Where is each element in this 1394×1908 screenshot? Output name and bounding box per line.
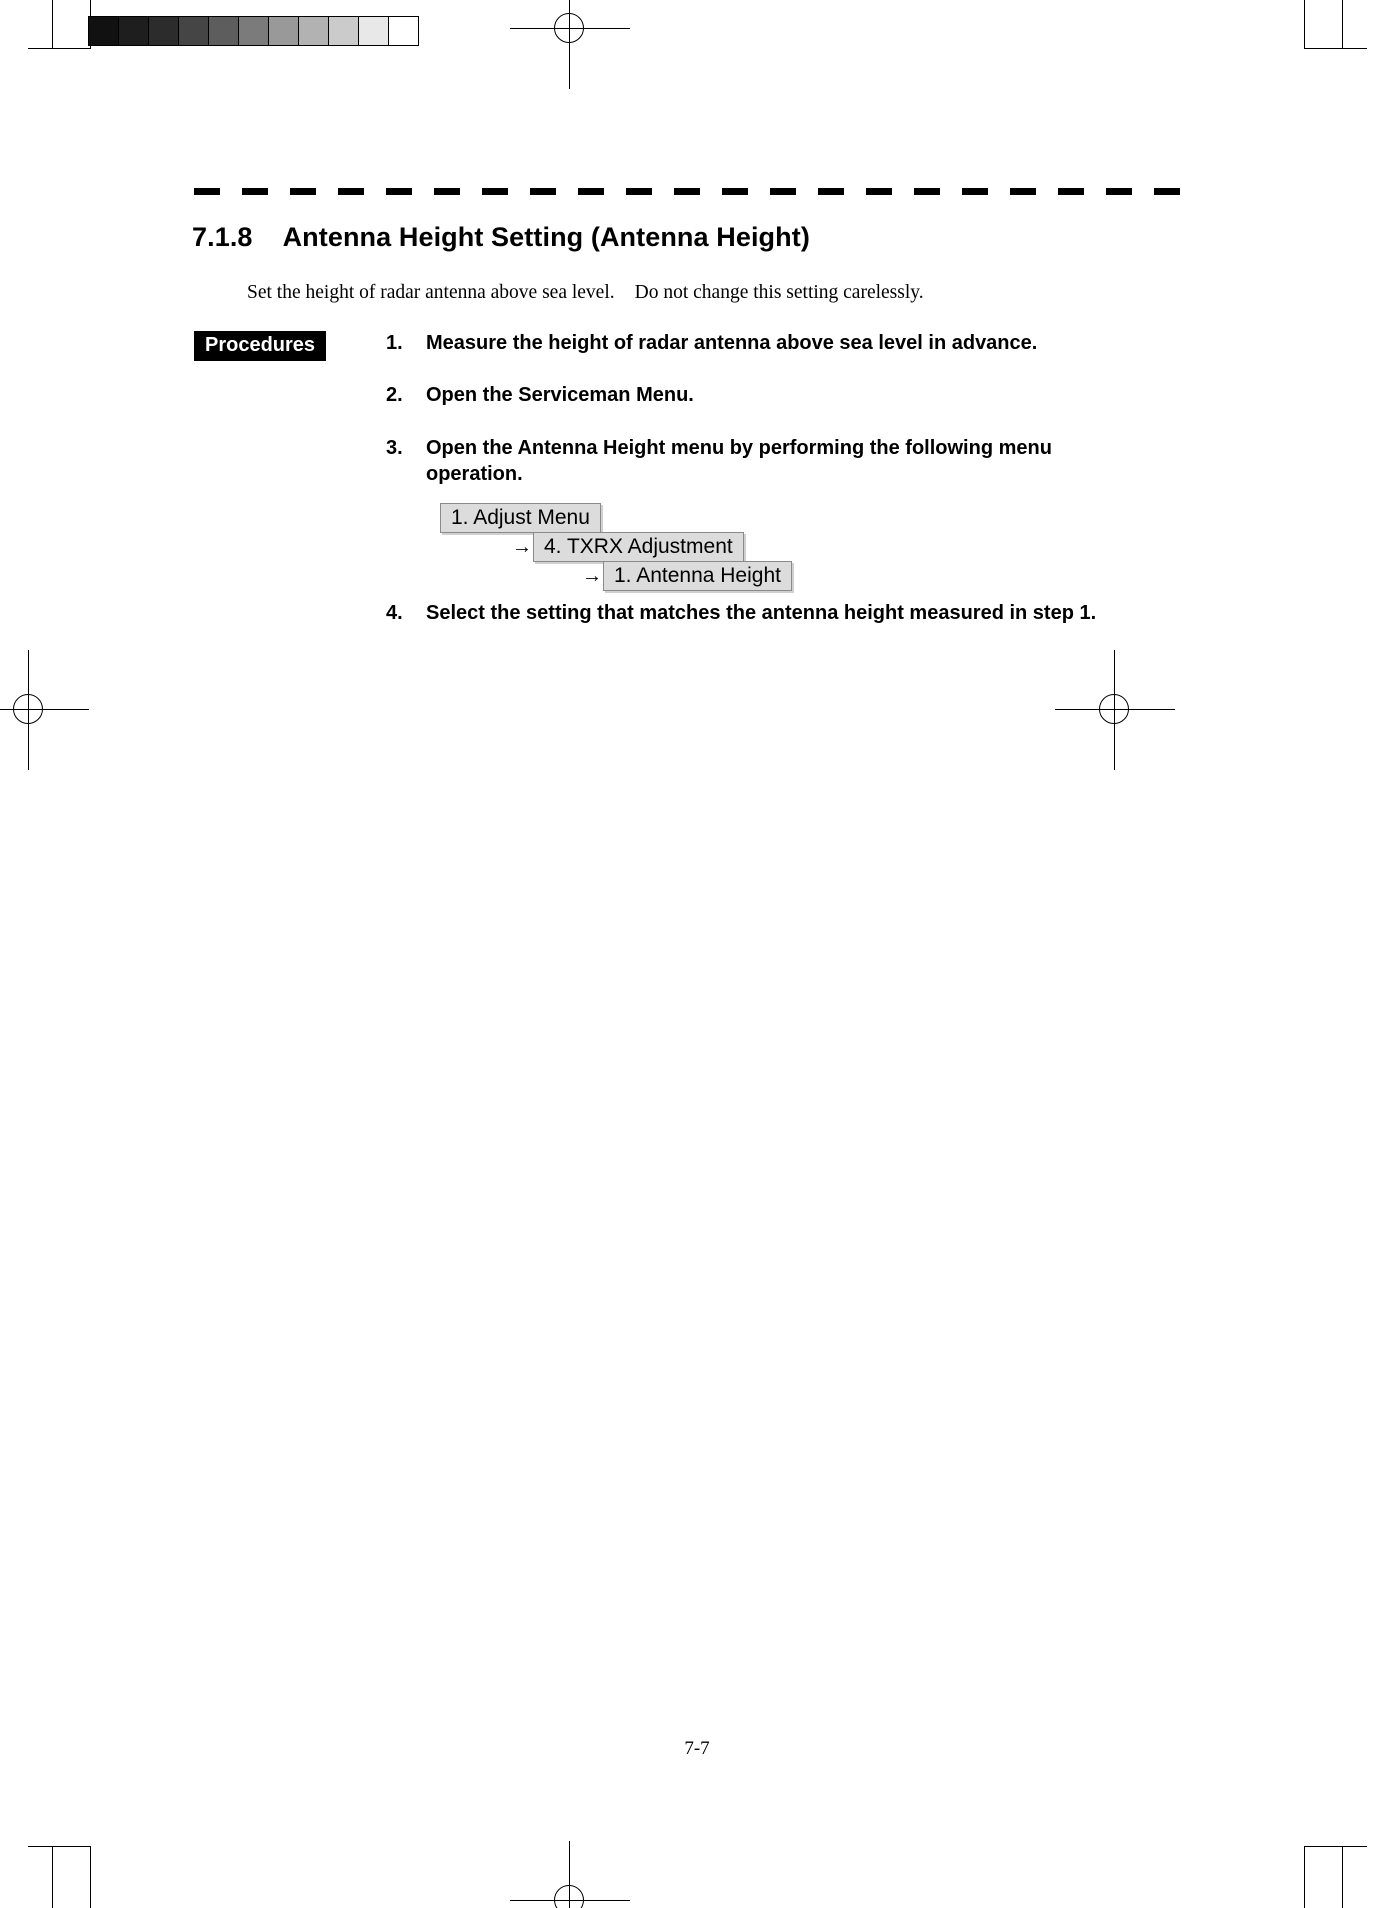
divider-dash <box>962 188 988 195</box>
registration-mark-bottom-icon <box>510 1841 630 1908</box>
menu-item-txrx-adjustment[interactable]: 4. TXRX Adjustment <box>533 531 744 563</box>
list-item: 4. Select the setting that matches the a… <box>386 600 1186 626</box>
document-page: 7.1.8 Antenna Height Setting (Antenna Hei… <box>0 0 1394 1908</box>
procedure-step-4-container: 4. Select the setting that matches the a… <box>386 600 1186 626</box>
divider-dash <box>722 188 748 195</box>
procedures-label: Procedures <box>194 331 327 361</box>
arrow-right-icon: → <box>512 536 532 558</box>
grayscale-swatch-4 <box>209 17 239 45</box>
divider-dash <box>818 188 844 195</box>
divider-dash <box>1058 188 1084 195</box>
section-title: Antenna Height Setting (Antenna Height) <box>282 222 810 252</box>
step-text: Measure the height of radar antenna abov… <box>426 332 1038 354</box>
crop-mark-top-left-bar <box>52 0 77 48</box>
arrow-right-icon: → <box>582 565 602 587</box>
grayscale-swatch-7 <box>299 17 329 45</box>
divider-dash <box>1154 188 1180 195</box>
grayscale-swatch-8 <box>329 17 359 45</box>
divider-dash <box>626 188 652 195</box>
menu-item-antenna-height[interactable]: 1. Antenna Height <box>603 560 792 592</box>
step-text: Open the Antenna Height menu by performi… <box>426 436 1052 486</box>
menu-path-row-2: → 4. TXRX Adjustment <box>440 531 792 563</box>
divider-dash <box>770 188 796 195</box>
registration-mark-right-icon <box>1055 650 1175 770</box>
grayscale-swatch-2 <box>149 17 179 45</box>
divider-dash <box>1010 188 1036 195</box>
grayscale-swatch-6 <box>269 17 299 45</box>
list-item: 3. Open the Antenna Height menu by perfo… <box>386 435 1146 488</box>
step-text: Open the Serviceman Menu. <box>426 384 694 407</box>
grayscale-swatch-1 <box>119 17 149 45</box>
step-marker: 1. <box>386 332 403 354</box>
step-text: Select the setting that matches the ante… <box>426 602 1097 624</box>
divider-dash <box>1106 188 1132 195</box>
page-number: 7-7 <box>684 1738 710 1759</box>
step-marker: 2. <box>386 384 403 407</box>
divider-dash <box>914 188 940 195</box>
divider-dash <box>674 188 700 195</box>
list-item: 2. Open the Serviceman Menu. <box>386 382 1146 408</box>
registration-mark-top-icon <box>510 0 630 89</box>
divider-dash <box>482 188 508 195</box>
grayscale-swatch-10 <box>389 17 418 45</box>
grayscale-swatch-3 <box>179 17 209 45</box>
menu-path-row-1: 1. Adjust Menu <box>440 502 792 534</box>
divider-dash <box>530 188 556 195</box>
divider-dash <box>290 188 316 195</box>
description-sentence-2: Do not change this setting carelessly. <box>634 282 924 303</box>
divider-dash <box>338 188 364 195</box>
menu-path-row-3: → 1. Antenna Height <box>440 560 792 592</box>
grayscale-swatch-0 <box>89 17 119 45</box>
divider-dash <box>866 188 892 195</box>
registration-mark-left-icon <box>0 650 89 770</box>
grayscale-calibration-strip <box>88 16 419 46</box>
divider-dash <box>434 188 460 195</box>
crop-mark-bottom-left-bar <box>52 1846 77 1908</box>
list-item: 1. Measure the height of radar antenna a… <box>386 330 1146 356</box>
crop-mark-top-right-bar <box>1318 0 1343 48</box>
crop-mark-bottom-right-bar <box>1318 1846 1343 1908</box>
procedure-steps-list: 1. Measure the height of radar antenna a… <box>386 330 1146 488</box>
description-sentence-1: Set the height of radar antenna above se… <box>247 282 615 303</box>
section-number: 7.1.8 <box>192 222 253 252</box>
menu-navigation-path: 1. Adjust Menu → 4. TXRX Adjustment → 1.… <box>440 502 792 592</box>
section-divider-dashed-rule <box>194 188 1194 195</box>
divider-dash <box>194 188 220 195</box>
divider-dash <box>242 188 268 195</box>
step-marker: 4. <box>386 602 403 624</box>
page-title: 7.1.8 Antenna Height Setting (Antenna Hei… <box>192 222 810 253</box>
step-marker: 3. <box>386 436 403 459</box>
divider-dash <box>578 188 604 195</box>
grayscale-swatch-9 <box>359 17 389 45</box>
menu-item-adjust-menu[interactable]: 1. Adjust Menu <box>440 502 601 534</box>
grayscale-swatch-5 <box>239 17 269 45</box>
divider-dash <box>386 188 412 195</box>
section-description: Set the height of radar antenna above se… <box>247 282 924 304</box>
